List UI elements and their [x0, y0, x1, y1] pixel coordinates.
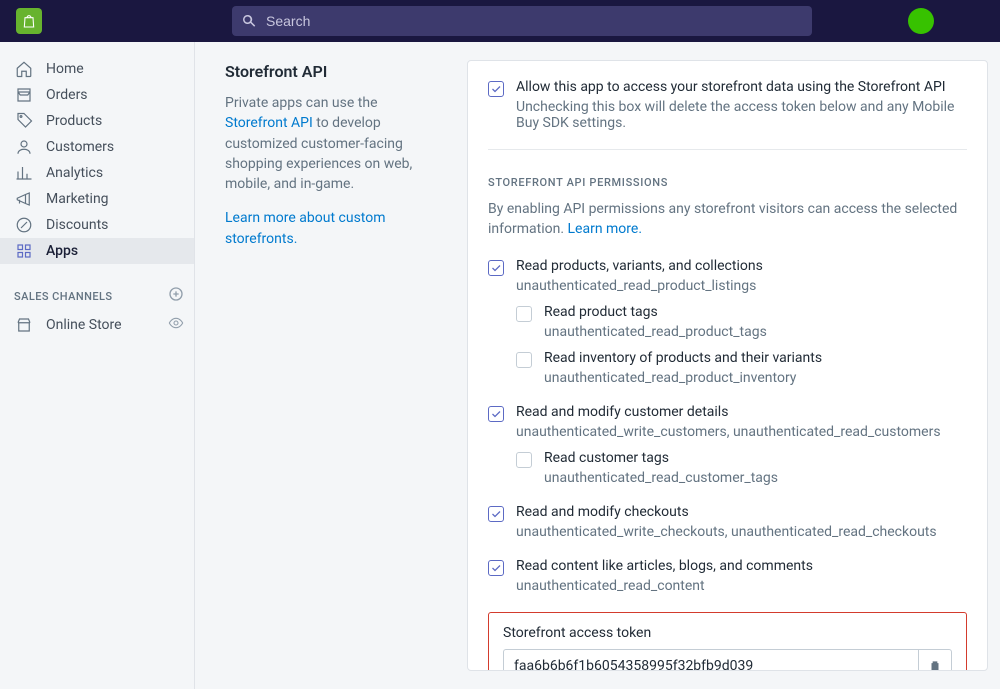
nav-section-sales-channels: SALES CHANNELS — [0, 286, 194, 306]
perm-customer-tags-row[interactable]: Read customer tags — [516, 450, 967, 468]
allow-storefront-access-sub: Unchecking this box will delete the acce… — [516, 99, 967, 131]
left-nav: Home Orders Products Customers Analytics… — [0, 42, 195, 689]
eye-icon — [168, 315, 184, 331]
nav-label: Orders — [46, 87, 88, 103]
perm-content: Read content like articles, blogs, and c… — [488, 558, 967, 594]
home-icon — [14, 59, 34, 79]
nav-orders[interactable]: Orders — [0, 82, 194, 108]
nav-label: Discounts — [46, 217, 108, 233]
store-icon — [14, 315, 34, 335]
perm-customer-details-row[interactable]: Read and modify customer details — [488, 404, 967, 422]
nav-home[interactable]: Home — [0, 56, 194, 82]
add-channel-button[interactable] — [168, 286, 184, 306]
person-icon — [14, 137, 34, 157]
perm-scope: unauthenticated_read_product_listings — [516, 278, 967, 294]
clipboard-icon — [928, 659, 942, 671]
copy-token-button[interactable] — [918, 649, 952, 671]
discount-icon — [14, 215, 34, 235]
perm-scope: unauthenticated_write_customers, unauthe… — [516, 424, 967, 440]
plus-circle-icon — [168, 286, 184, 302]
nav-products[interactable]: Products — [0, 108, 194, 134]
shopify-logo[interactable] — [16, 8, 42, 34]
nav-label: Customers — [46, 139, 114, 155]
learn-custom-storefronts-link[interactable]: Learn more about custom storefronts. — [225, 210, 386, 246]
token-field-row — [503, 649, 952, 671]
topbar — [0, 0, 1000, 42]
perm-read-inventory: Read inventory of products and their var… — [516, 350, 967, 386]
perm-read-products-checkbox[interactable] — [488, 260, 504, 276]
shopify-bag-icon — [21, 12, 37, 30]
main-content: Storefront API Private apps can use the … — [195, 42, 1000, 689]
perm-checkouts-row[interactable]: Read and modify checkouts — [488, 504, 967, 522]
permissions-learn-more-link[interactable]: Learn more. — [568, 221, 643, 237]
perm-read-inventory-checkbox[interactable] — [516, 352, 532, 368]
nav-label: Products — [46, 113, 102, 129]
perm-customer-details-checkbox[interactable] — [488, 406, 504, 422]
apps-icon — [14, 241, 34, 261]
perm-content-checkbox[interactable] — [488, 560, 504, 576]
perm-checkouts: Read and modify checkouts unauthenticate… — [488, 504, 967, 540]
token-input[interactable] — [503, 649, 918, 671]
perm-read-product-tags-row[interactable]: Read product tags — [516, 304, 967, 322]
allow-storefront-access-checkbox[interactable] — [488, 81, 504, 97]
allow-storefront-access-label: Allow this app to access your storefront… — [516, 79, 946, 95]
perm-scope: unauthenticated_write_checkouts, unauthe… — [516, 524, 967, 540]
nav-label: Online Store — [46, 317, 122, 333]
global-search[interactable] — [232, 6, 812, 36]
permissions-header: STOREFRONT API PERMISSIONS — [488, 176, 967, 189]
perm-read-inventory-row[interactable]: Read inventory of products and their var… — [516, 350, 967, 368]
nav-label: Home — [46, 61, 84, 77]
perm-checkouts-checkbox[interactable] — [488, 506, 504, 522]
megaphone-icon — [14, 189, 34, 209]
tag-icon — [14, 111, 34, 131]
nav-label: Apps — [46, 243, 78, 259]
perm-read-products-row[interactable]: Read products, variants, and collections — [488, 258, 967, 276]
token-label: Storefront access token — [503, 625, 952, 641]
perm-content-row[interactable]: Read content like articles, blogs, and c… — [488, 558, 967, 576]
perm-read-product-tags-checkbox[interactable] — [516, 306, 532, 322]
view-store-button[interactable] — [168, 315, 184, 335]
search-input[interactable] — [264, 12, 804, 30]
divider — [488, 149, 967, 150]
allow-storefront-access-row[interactable]: Allow this app to access your storefront… — [488, 79, 967, 97]
search-icon — [240, 12, 258, 30]
nav-customers[interactable]: Customers — [0, 134, 194, 160]
perm-customer-tags-checkbox[interactable] — [516, 452, 532, 468]
perm-scope: unauthenticated_read_content — [516, 578, 967, 594]
storefront-api-card: Allow this app to access your storefront… — [467, 60, 988, 671]
nav-channel-online-store[interactable]: Online Store — [0, 312, 194, 338]
section-paragraph: Private apps can use the Storefront API … — [225, 93, 443, 194]
nav-apps[interactable]: Apps — [0, 238, 194, 264]
perm-scope: unauthenticated_read_product_tags — [544, 324, 967, 340]
nav-analytics[interactable]: Analytics — [0, 160, 194, 186]
storefront-api-link[interactable]: Storefront API — [225, 115, 313, 131]
perm-read-products: Read products, variants, and collections… — [488, 258, 967, 386]
orders-icon — [14, 85, 34, 105]
nav-label: Marketing — [46, 191, 109, 207]
perm-scope: unauthenticated_read_customer_tags — [544, 470, 967, 486]
permissions-intro: By enabling API permissions any storefro… — [488, 199, 967, 240]
perm-customer-details: Read and modify customer details unauthe… — [488, 404, 967, 486]
perm-customer-tags: Read customer tags unauthenticated_read_… — [516, 450, 967, 486]
avatar[interactable] — [908, 8, 934, 34]
analytics-icon — [14, 163, 34, 183]
section-title: Storefront API — [225, 62, 443, 81]
nav-label: Analytics — [46, 165, 103, 181]
nav-marketing[interactable]: Marketing — [0, 186, 194, 212]
perm-scope: unauthenticated_read_product_inventory — [544, 370, 967, 386]
storefront-access-token-box: Storefront access token Storefront API a… — [488, 612, 967, 671]
nav-section-label: SALES CHANNELS — [14, 290, 112, 303]
section-description: Storefront API Private apps can use the … — [207, 60, 447, 671]
nav-discounts[interactable]: Discounts — [0, 212, 194, 238]
perm-read-product-tags: Read product tags unauthenticated_read_p… — [516, 304, 967, 340]
